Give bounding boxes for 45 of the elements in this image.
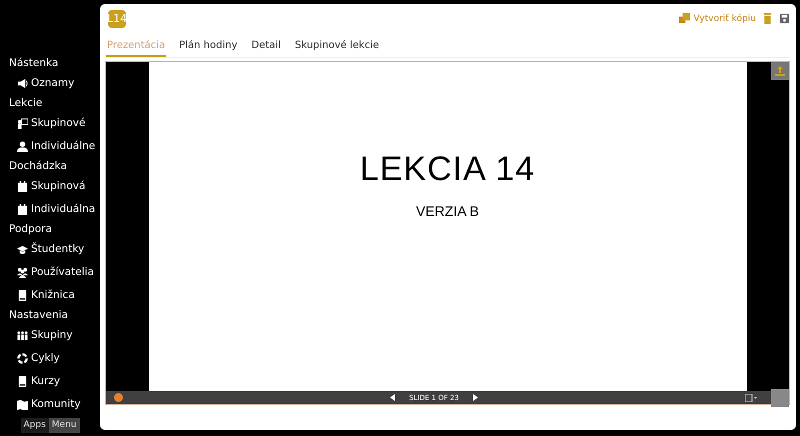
tab[interactable]: Detail [250,40,282,57]
calendar-icon [17,181,28,192]
sidebar-heading: Nástenka [8,56,60,71]
sidebar-item[interactable]: Používatelia [31,266,94,279]
logo-icon [114,393,123,402]
sidebar-item[interactable]: Individuálna [31,203,96,216]
sidebar-item[interactable]: Individuálne [31,140,96,153]
copy-icon [679,13,690,24]
people-icon [17,330,28,341]
sidebar-item[interactable]: Študentky [31,243,84,256]
next-icon[interactable] [472,394,478,401]
layout-icon[interactable] [744,394,757,402]
expand-button[interactable] [770,388,789,406]
lesson-badge: L14 [108,10,126,28]
cycle-icon [17,353,28,364]
sidebar-item[interactable]: Skupiny [31,329,73,342]
tab[interactable]: Plán hodiny [178,40,238,57]
switch-button[interactable]: Apps [20,418,49,433]
sidebar-item[interactable]: Kurzy [31,375,60,388]
users-icon [17,267,28,278]
sidebar-item[interactable]: Skupinová [31,180,86,193]
map-icon [17,399,28,410]
slide-subtitle: VERZIA B [416,203,480,219]
sidebar-heading: Nastavenia [8,308,69,323]
slide-title: LEKCIA 14 [360,150,536,189]
book-icon [17,290,28,301]
save-icon[interactable] [779,13,790,24]
megaphone-icon [17,78,28,89]
sidebar-item[interactable]: Skupinové [31,117,86,130]
sidebar-item[interactable]: Knižnica [31,289,75,302]
sidebar-item[interactable]: Cykly [31,352,60,365]
switch-button[interactable]: Menu [48,418,80,433]
cap-icon [17,244,28,255]
book-icon [17,376,28,387]
upload-icon [775,66,785,76]
sidebar-heading: Podpora [8,222,53,237]
calendar-icon [17,204,28,215]
teacher-icon [17,118,28,129]
sidebar-item[interactable]: Komunity [31,398,81,411]
sidebar-heading: Lekcie [8,96,44,111]
user-icon [17,141,28,152]
previous-icon[interactable] [390,394,396,401]
tab[interactable]: Skupinové lekcie [294,40,380,57]
sidebar-heading: Dochádzka [8,159,68,174]
sidebar-item[interactable]: Oznamy [31,77,74,90]
